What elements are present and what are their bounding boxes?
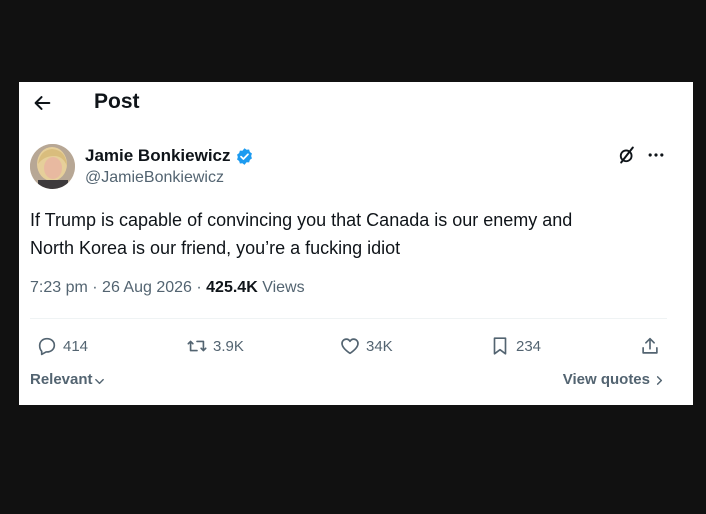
verified-badge-icon[interactable] xyxy=(235,147,254,166)
post-text-line: North Korea is our friend, you’re a fuck… xyxy=(30,238,401,258)
meta-separator: · xyxy=(92,279,98,296)
post-date[interactable]: 26 Aug 2026 xyxy=(102,279,192,296)
views-label: Views xyxy=(262,279,305,296)
like-button[interactable]: 34K xyxy=(339,332,393,360)
post-meta: 7:23 pm · 26 Aug 2026 · 425.4K Views xyxy=(30,279,305,297)
author-handle[interactable]: @JamieBonkiewicz xyxy=(85,169,224,187)
view-quotes-label: View quotes xyxy=(562,371,650,388)
like-count: 34K xyxy=(366,337,393,355)
bookmark-button[interactable]: 234 xyxy=(489,332,541,360)
chevron-down-icon xyxy=(94,378,104,384)
post-time[interactable]: 7:23 pm xyxy=(30,279,88,296)
divider xyxy=(30,318,667,319)
arrow-left-icon[interactable] xyxy=(31,92,53,114)
author-name-row: Jamie Bonkiewicz xyxy=(85,145,254,167)
chevron-right-icon xyxy=(656,375,663,385)
grok-icon[interactable] xyxy=(617,145,637,165)
repost-count: 3.9K xyxy=(213,337,244,355)
share-button[interactable] xyxy=(639,332,661,360)
meta-separator: · xyxy=(196,279,202,296)
reply-icon xyxy=(38,337,56,356)
avatar[interactable] xyxy=(30,144,75,189)
post-header: Post xyxy=(19,82,693,122)
reply-count: 414 xyxy=(63,337,89,355)
sort-replies-dropdown[interactable]: Relevant xyxy=(30,371,105,388)
share-icon xyxy=(642,337,658,354)
post-text: If Trump is capable of convincing you th… xyxy=(30,206,670,262)
heart-icon xyxy=(341,338,359,355)
author-name[interactable]: Jamie Bonkiewicz xyxy=(85,146,231,166)
repost-icon xyxy=(187,340,207,352)
bookmark-icon xyxy=(493,337,507,355)
action-bar: 414 3.9K 34K 234 xyxy=(19,332,693,360)
more-options-icon[interactable] xyxy=(646,146,666,164)
repost-button[interactable]: 3.9K xyxy=(186,332,244,360)
view-quotes-link[interactable]: View quotes xyxy=(563,371,665,388)
avatar-image xyxy=(30,144,75,189)
bookmark-count: 234 xyxy=(516,337,542,355)
post-text-line: If Trump is capable of convincing you th… xyxy=(30,210,573,230)
reply-button[interactable]: 414 xyxy=(36,332,88,360)
post-card: Post Jamie Bonkiewicz @JamieBonkiewicz I… xyxy=(19,82,693,405)
page-title: Post xyxy=(94,90,140,113)
sort-label: Relevant xyxy=(30,371,93,388)
views-count: 425.4K xyxy=(206,279,258,296)
